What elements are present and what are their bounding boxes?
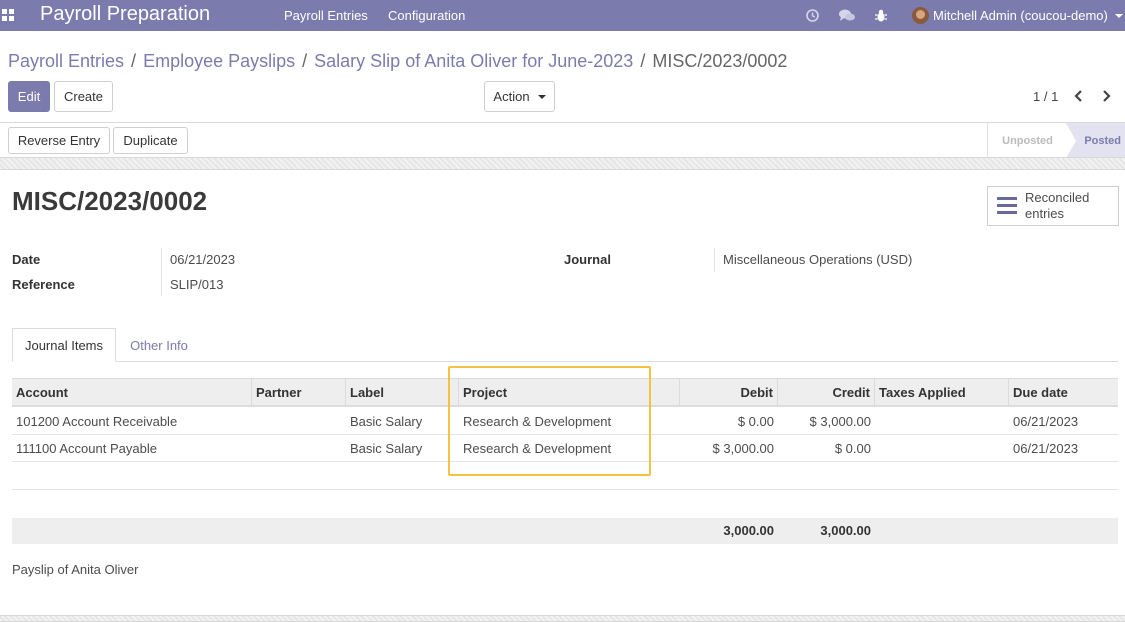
breadcrumb-separator: / bbox=[302, 51, 308, 71]
cell-debit: $ 0.00 bbox=[737, 414, 774, 429]
menu-configuration[interactable]: Configuration bbox=[388, 8, 465, 23]
avatar bbox=[912, 7, 929, 24]
field-divider bbox=[714, 248, 715, 272]
project-column-highlight bbox=[448, 366, 651, 476]
reference-label: Reference bbox=[12, 277, 75, 292]
breadcrumb-payroll-entries[interactable]: Payroll Entries bbox=[8, 51, 124, 71]
journal-value[interactable]: Miscellaneous Operations (USD) bbox=[723, 252, 912, 267]
apps-menu-icon[interactable] bbox=[2, 9, 14, 21]
statusbar: Reverse Entry Duplicate Unposted Posted bbox=[0, 122, 1125, 158]
column-due-date[interactable]: Due date bbox=[1009, 379, 1118, 406]
duplicate-button[interactable]: Duplicate bbox=[113, 127, 188, 154]
chevron-down-icon bbox=[1115, 14, 1123, 18]
date-label: Date bbox=[12, 252, 41, 267]
stage-unposted[interactable]: Unposted bbox=[987, 123, 1067, 158]
reverse-entry-button[interactable]: Reverse Entry bbox=[8, 127, 110, 154]
edit-button[interactable]: Edit bbox=[8, 81, 50, 112]
action-dropdown[interactable]: Action bbox=[484, 81, 555, 112]
breadcrumb: Payroll Entries / Employee Payslips / Salary… bbox=[8, 51, 787, 72]
sheet-background-bottom bbox=[0, 615, 1125, 622]
pager-previous-icon[interactable] bbox=[1071, 87, 1087, 105]
messaging-icon[interactable] bbox=[838, 8, 856, 23]
cell-taxes bbox=[875, 435, 883, 462]
total-credit: 3,000.00 bbox=[820, 523, 871, 538]
cell-label: Basic Salary bbox=[350, 414, 423, 429]
cell-due-date: 06/21/2023 bbox=[1013, 414, 1079, 429]
column-label[interactable]: Label bbox=[346, 379, 459, 406]
empty-row bbox=[12, 490, 1118, 517]
reconciled-entries-label: Reconciled entries bbox=[1025, 190, 1090, 221]
record-title: MISC/2023/0002 bbox=[12, 186, 208, 216]
cell-account: 111100 Account Payable bbox=[16, 441, 157, 456]
breadcrumb-current: MISC/2023/0002 bbox=[652, 51, 788, 71]
menu-payroll-entries[interactable]: Payroll Entries bbox=[284, 8, 368, 23]
cell-taxes bbox=[875, 408, 883, 435]
total-debit: 3,000.00 bbox=[723, 523, 774, 538]
user-name: Mitchell Admin (coucou-demo) bbox=[933, 8, 1108, 23]
cell-partner bbox=[252, 408, 260, 435]
field-divider bbox=[161, 248, 162, 296]
breadcrumb-salary-slip[interactable]: Salary Slip of Anita Oliver for June-202… bbox=[314, 51, 633, 71]
stage-arrow-divider bbox=[1066, 123, 1076, 158]
sheet-background-top bbox=[0, 157, 1125, 170]
breadcrumb-separator: / bbox=[640, 51, 646, 71]
cell-partner bbox=[252, 435, 260, 462]
reference-value[interactable]: SLIP/013 bbox=[170, 277, 224, 292]
column-account[interactable]: Account bbox=[12, 379, 252, 406]
debug-bug-icon[interactable] bbox=[874, 8, 888, 23]
app-title: Payroll Preparation bbox=[40, 3, 211, 25]
cell-label: Basic Salary bbox=[350, 441, 423, 456]
create-button[interactable]: Create bbox=[54, 81, 113, 112]
activity-clock-icon[interactable] bbox=[805, 8, 820, 23]
tab-other-info[interactable]: Other Info bbox=[116, 328, 202, 362]
tab-journal-items[interactable]: Journal Items bbox=[12, 328, 116, 362]
top-navbar: Payroll Preparation Payroll Entries Conf… bbox=[0, 0, 1125, 31]
date-value[interactable]: 06/21/2023 bbox=[170, 252, 235, 267]
column-taxes-applied[interactable]: Taxes Applied bbox=[875, 379, 1009, 406]
action-label: Action bbox=[493, 89, 530, 104]
column-credit[interactable]: Credit bbox=[778, 379, 875, 406]
totals-row: 3,000.00 3,000.00 bbox=[12, 518, 1118, 544]
pager-value[interactable]: 1 / 1 bbox=[1033, 89, 1058, 104]
narration-text: Payslip of Anita Oliver bbox=[12, 562, 139, 577]
cell-account: 101200 Account Receivable bbox=[16, 414, 178, 429]
cell-credit: $ 0.00 bbox=[834, 441, 871, 456]
column-partner[interactable]: Partner bbox=[252, 379, 346, 406]
cell-credit: $ 3,000.00 bbox=[809, 414, 871, 429]
bars-icon bbox=[997, 197, 1017, 215]
caret-down-icon bbox=[537, 94, 546, 99]
breadcrumb-separator: / bbox=[131, 51, 137, 71]
journal-label: Journal bbox=[564, 252, 611, 267]
reconciled-entries-button[interactable]: Reconciled entries bbox=[987, 186, 1119, 226]
pager-next-icon[interactable] bbox=[1098, 87, 1114, 105]
cell-debit: $ 3,000.00 bbox=[712, 441, 774, 456]
column-debit[interactable]: Debit bbox=[680, 379, 778, 406]
breadcrumb-employee-payslips[interactable]: Employee Payslips bbox=[143, 51, 295, 71]
cell-due-date: 06/21/2023 bbox=[1013, 441, 1079, 456]
